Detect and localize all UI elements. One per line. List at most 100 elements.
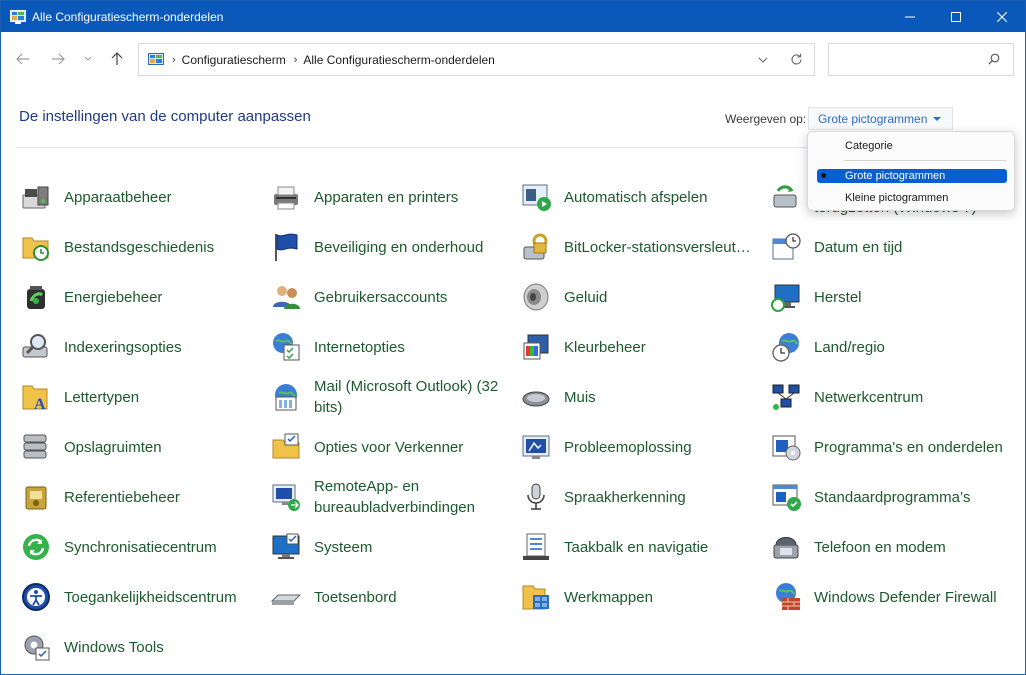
network-icon	[772, 384, 800, 410]
control-panel-item[interactable]: Apparaatbeheer	[1, 172, 249, 222]
control-panel-item-label: Windows Defender Firewall	[814, 588, 997, 606]
control-panel-item[interactable]: Windows Defender Firewall	[751, 572, 999, 622]
control-panel-item[interactable]: Spraakherkenning	[501, 472, 749, 522]
control-panel-item[interactable]: Werkmappen	[501, 572, 749, 622]
search-box[interactable]	[828, 43, 1014, 76]
control-panel-item[interactable]: Telefoon en modem	[751, 522, 999, 572]
control-panel-item[interactable]: Opslagruimten	[1, 422, 249, 472]
minimize-icon	[905, 16, 915, 17]
control-panel-item[interactable]: Indexeringsopties	[1, 322, 249, 372]
control-panel-item-label: Werkmappen	[564, 588, 653, 606]
control-panel-item-label: Internetopties	[314, 338, 405, 356]
control-panel-item[interactable]: Beveiliging en onderhoud	[251, 222, 499, 272]
control-panel-item[interactable]: Bestandsgeschiedenis	[1, 222, 249, 272]
address-bar[interactable]: › Configuratiescherm › Alle Configuratie…	[138, 43, 815, 76]
system-monitor-icon	[272, 533, 300, 559]
control-panel-item[interactable]: Herstel	[751, 272, 999, 322]
accessibility-icon	[22, 583, 50, 611]
sync-icon	[23, 534, 49, 560]
caret-down-icon	[933, 117, 941, 121]
view-by-dropdown[interactable]: Grote pictogrammen	[808, 107, 953, 130]
control-panel-item[interactable]: Energiebeheer	[1, 272, 249, 322]
keyboard-icon	[270, 594, 302, 605]
control-panel-item[interactable]: Probleemoplossing	[501, 422, 749, 472]
bitlocker-icon	[523, 233, 548, 260]
control-panel-item-label: Indexeringsopties	[64, 338, 182, 356]
navigation-bar: › Configuratiescherm › Alle Configuratie…	[1, 32, 1025, 87]
control-panel-item[interactable]: Synchronisatiecentrum	[1, 522, 249, 572]
control-panel-item[interactable]: Toetsenbord	[251, 572, 499, 622]
radio-bullet-icon	[821, 173, 826, 178]
control-panel-item[interactable]: BitLocker-stationsversleut…	[501, 222, 751, 272]
maximize-icon	[951, 11, 961, 22]
forward-button[interactable]	[47, 48, 69, 70]
control-panel-item[interactable]: Toegankelijkheidscentrum	[1, 572, 249, 622]
breadcrumb-separator: ›	[172, 53, 176, 66]
control-panel-item[interactable]: Referentiebeheer	[1, 472, 249, 522]
control-panel-item-label: Opties voor Verkenner	[314, 438, 464, 456]
control-panel-item-label: Netwerkcentrum	[814, 388, 924, 406]
menu-item-category[interactable]: Categorie	[817, 139, 1007, 153]
control-panel-item-label: Toegankelijkheidscentrum	[64, 588, 237, 606]
svg-text:A: A	[34, 396, 46, 413]
control-panel-item[interactable]: Windows Tools	[1, 622, 249, 672]
control-panel-item[interactable]: A Lettertypen	[1, 372, 249, 422]
control-panel-item-label: Systeem	[314, 538, 373, 556]
control-panel-item[interactable]: Systeem	[251, 522, 499, 572]
speaker-icon	[523, 283, 549, 311]
control-panel-item[interactable]: Gebruikersaccounts	[251, 272, 499, 322]
breadcrumb-control-panel[interactable]: Configuratiescherm	[182, 53, 286, 67]
breadcrumb-all-items[interactable]: Alle Configuratiescherm-onderdelen	[303, 53, 494, 67]
folder-options-icon	[272, 433, 300, 459]
control-panel-item[interactable]: Programma's en onderdelen	[751, 422, 1003, 472]
control-panel-item-label: Referentiebeheer	[64, 488, 180, 506]
control-panel-item-label: Probleemoplossing	[564, 438, 692, 456]
globe-checklist-icon	[273, 333, 300, 361]
control-panel-item[interactable]: Automatisch afspelen	[501, 172, 749, 222]
control-panel-app-icon	[10, 9, 26, 24]
menu-item-large-icons[interactable]: Grote pictogrammen	[817, 169, 1007, 183]
control-panel-item[interactable]: Netwerkcentrum	[751, 372, 999, 422]
users-icon	[273, 286, 300, 309]
windows-tools-icon	[24, 635, 50, 661]
control-panel-item-label: Standaardprogramma’s	[814, 488, 971, 506]
title-bar[interactable]: Alle Configuratiescherm-onderdelen	[1, 1, 1025, 32]
control-panel-item-label: Gebruikersaccounts	[314, 288, 448, 306]
control-panel-item-label: BitLocker-stationsversleut…	[564, 238, 751, 256]
control-panel-item[interactable]: Apparaten en printers	[251, 172, 499, 222]
control-panel-item-label: Land/regio	[814, 338, 885, 356]
arrow-up-icon	[111, 52, 123, 65]
work-folders-icon	[522, 585, 549, 610]
control-panel-item[interactable]: Kleurbeheer	[501, 322, 749, 372]
close-button[interactable]	[979, 1, 1025, 32]
arrow-left-icon	[16, 53, 29, 65]
control-panel-item[interactable]: Internetopties	[251, 322, 499, 372]
default-programs-icon	[772, 484, 801, 511]
control-panel-item[interactable]: Muis	[501, 372, 749, 422]
control-panel-item[interactable]: RemoteApp- en bureaubladverbindingen	[251, 472, 499, 522]
control-panel-item[interactable]: Land/regio	[751, 322, 999, 372]
control-panel-item-label: Kleurbeheer	[564, 338, 646, 356]
back-button[interactable]	[12, 48, 34, 70]
maximize-button[interactable]	[933, 1, 979, 32]
remoteapp-icon	[272, 484, 300, 511]
search-input[interactable]	[837, 44, 987, 75]
control-panel-item[interactable]: Geluid	[501, 272, 749, 322]
refresh-button[interactable]	[778, 44, 814, 75]
mail-icon	[275, 384, 297, 411]
up-button[interactable]	[106, 48, 128, 70]
minimize-button[interactable]	[887, 1, 933, 32]
recent-locations-button[interactable]	[77, 48, 99, 70]
control-panel-item-label: Muis	[564, 388, 596, 406]
control-panel-item[interactable]: Datum en tijd	[751, 222, 999, 272]
address-history-button[interactable]	[748, 44, 778, 75]
control-panel-item-label: Energiebeheer	[64, 288, 163, 306]
window-title: Alle Configuratiescherm-onderdelen	[32, 9, 224, 24]
control-panel-item[interactable]: Mail (Microsoft Outlook) (32 bits)	[251, 372, 499, 422]
menu-item-small-icons[interactable]: Kleine pictogrammen	[817, 191, 1007, 205]
search-icon[interactable]	[988, 53, 1000, 65]
control-panel-item[interactable]: Standaardprogramma’s	[751, 472, 999, 522]
control-panel-item[interactable]: Taakbalk en navigatie	[501, 522, 749, 572]
fonts-folder-icon: A	[22, 385, 48, 413]
control-panel-item[interactable]: Opties voor Verkenner	[251, 422, 499, 472]
